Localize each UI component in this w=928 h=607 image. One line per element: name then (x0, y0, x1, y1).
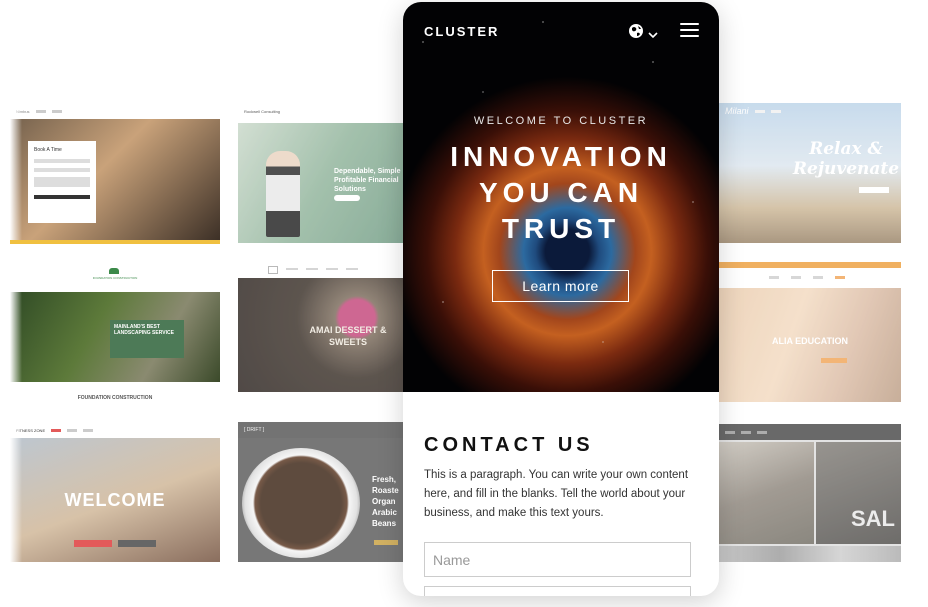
globe-icon[interactable] (628, 22, 646, 40)
phone-mockup: CLUSTER WELCOME TO CLUSTER INNOVATION YO… (403, 2, 719, 596)
spa-accent-bar (719, 262, 901, 268)
name-field[interactable]: Name (424, 542, 691, 577)
spa-heading: Relax & Rejuvenate (792, 139, 900, 179)
hero-section: CLUSTER WELCOME TO CLUSTER INNOVATION YO… (403, 2, 719, 392)
learn-more-button[interactable]: Learn more (492, 270, 629, 302)
coffee-cup (242, 448, 360, 558)
form-title: Book A Time (34, 147, 62, 153)
headline-line-3: TRUST (501, 213, 621, 244)
spa-brand: Milani (725, 106, 749, 116)
car-nav: Nimbus (10, 103, 220, 119)
coffee-brand: [ DRIFT ] (244, 427, 265, 433)
chevron-down-icon[interactable] (648, 26, 658, 39)
business-nav: Rockwell Consulting (238, 103, 408, 119)
foundation-banner-text: MAINLAND'S BEST LANDSCAPING SERVICE (114, 324, 174, 336)
business-cta[interactable] (334, 195, 360, 201)
template-foundation[interactable]: FOUNDATION CONSTRUCTION MAINLAND'S BEST … (10, 262, 220, 382)
next-field[interactable] (424, 586, 691, 596)
foundation-banner: MAINLAND'S BEST LANDSCAPING SERVICE (110, 320, 184, 358)
education-heading: ALIA EDUCATION (772, 336, 848, 346)
spa-cta[interactable] (859, 187, 889, 193)
car-accent-bar (10, 240, 220, 244)
template-spa[interactable]: Milani Relax & Rejuvenate (719, 103, 901, 243)
education-nav (769, 276, 889, 279)
shop-nav (719, 424, 901, 440)
contact-paragraph: This is a paragraph. You can write your … (424, 469, 689, 519)
welcome-text: WELCOME TO CLUSTER (473, 115, 649, 127)
spa-nav: Milani (719, 103, 901, 119)
education-cta[interactable] (821, 358, 847, 363)
shop-heading: SAL (851, 506, 895, 531)
coffee-cta[interactable] (374, 540, 398, 545)
headline-line-1: INNOVATION (450, 141, 672, 172)
template-shop[interactable]: SAL (719, 424, 901, 562)
name-placeholder: Name (433, 551, 471, 568)
business-heading: Dependable, Simple Profitable Financial … (334, 168, 401, 193)
template-dessert[interactable]: AMAI DESSERT & SWEETS (238, 262, 408, 392)
template-car-rental[interactable]: Nimbus Book A Time (10, 103, 220, 243)
business-person (266, 151, 300, 237)
template-education[interactable]: ALIA EDUCATION (719, 270, 901, 402)
booking-form[interactable]: Book A Time (28, 141, 96, 223)
fitness-cta-2[interactable] (118, 540, 156, 547)
hamburger-menu-icon[interactable] (680, 23, 699, 39)
template-fitness[interactable]: FITNESS ZONE WELCOME (10, 422, 220, 562)
headline-line-2: YOU CAN (478, 177, 644, 208)
fitness-heading: WELCOME (64, 490, 166, 510)
fitness-nav: FITNESS ZONE (10, 422, 220, 438)
contact-title: CONTACT US (424, 434, 594, 456)
business-brand: Rockwell Consulting (244, 108, 281, 114)
foundation-footer: FOUNDATION CONSTRUCTION (77, 395, 153, 401)
coffee-nav: [ DRIFT ] (238, 422, 408, 438)
dessert-heading: AMAI DESSERT & SWEETS (309, 325, 387, 347)
template-coffee[interactable]: [ DRIFT ] Fresh, Roaste Organ Arabic Bea… (238, 422, 408, 562)
foundation-logo-icon (109, 268, 119, 274)
hero-headline: INNOVATION YOU CAN TRUST (403, 139, 719, 247)
fitness-cta-1[interactable] (74, 540, 112, 547)
site-logo[interactable]: CLUSTER (424, 24, 499, 39)
dessert-nav (268, 266, 398, 274)
foundation-brand: FOUNDATION CONSTRUCTION (92, 276, 138, 280)
template-business[interactable]: Rockwell Consulting Dependable, Simple P… (238, 103, 408, 243)
